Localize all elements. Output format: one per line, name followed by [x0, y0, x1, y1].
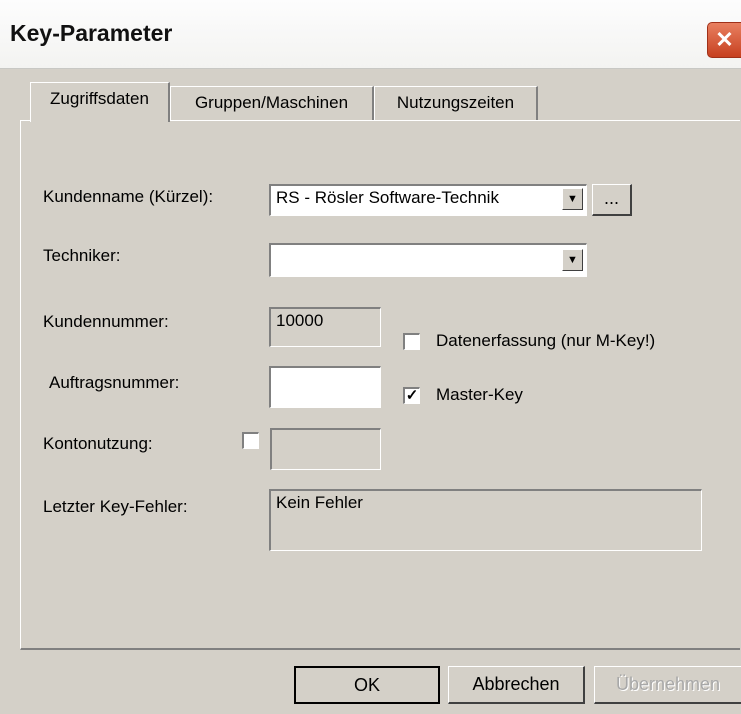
kundenname-dropdown[interactable]: RS - Rösler Software-Technik: [269, 184, 587, 216]
ok-label: OK: [353, 675, 380, 695]
kontonutzung-checkbox[interactable]: [242, 432, 259, 449]
auftragsnummer-input[interactable]: [269, 366, 381, 408]
tab-label: Gruppen/Maschinen: [194, 93, 349, 112]
letzter-fehler-label: Letzter Key-Fehler:: [43, 497, 188, 516]
datenerfassung-label[interactable]: Datenerfassung (nur M-Key!): [436, 330, 655, 352]
auftragsnummer-label: Auftragsnummer:: [49, 373, 180, 392]
kundenname-value: RS - Rösler Software-Technik: [276, 188, 499, 207]
ok-button[interactable]: OK: [294, 666, 440, 704]
browse-label: ...: [603, 188, 619, 208]
kundennummer-value: 10000: [276, 311, 324, 330]
chevron-down-icon[interactable]: ▼: [562, 249, 583, 271]
title-bar: Key-Parameter ✕: [0, 0, 741, 69]
apply-label: Übernehmen: [615, 674, 721, 694]
master-key-label[interactable]: Master-Key: [436, 384, 523, 406]
master-key-checkbox[interactable]: ✓: [403, 387, 420, 404]
apply-button[interactable]: Übernehmen: [594, 666, 741, 704]
kontonutzung-label: Kontonutzung:: [43, 434, 153, 453]
datenerfassung-checkbox[interactable]: [403, 333, 420, 350]
tab-gruppen-maschinen[interactable]: Gruppen/Maschinen: [170, 86, 374, 120]
browse-customer-button[interactable]: ...: [592, 184, 632, 216]
kundenname-label: Kundenname (Kürzel):: [43, 187, 214, 206]
kundennummer-field: 10000: [269, 307, 381, 347]
techniker-label: Techniker:: [43, 246, 121, 265]
tab-zugriffsdaten[interactable]: Zugriffsdaten: [30, 82, 170, 122]
cancel-button[interactable]: Abbrechen: [448, 666, 585, 704]
letzter-fehler-field: Kein Fehler: [269, 489, 702, 551]
tab-nutzungszeiten[interactable]: Nutzungszeiten: [374, 86, 538, 120]
window-title: Key-Parameter: [10, 20, 173, 46]
kontonutzung-field: [270, 428, 381, 470]
close-icon: ✕: [715, 27, 734, 52]
checkmark-icon: ✓: [405, 387, 419, 404]
chevron-down-icon[interactable]: ▼: [562, 188, 583, 210]
letzter-fehler-value: Kein Fehler: [276, 493, 363, 512]
tab-label: Zugriffsdaten: [50, 89, 149, 108]
cancel-label: Abbrechen: [472, 674, 560, 694]
techniker-dropdown[interactable]: [269, 243, 587, 277]
kundennummer-label: Kundennummer:: [43, 312, 169, 331]
tab-label: Nutzungszeiten: [396, 93, 515, 112]
close-button[interactable]: ✕: [707, 22, 741, 58]
